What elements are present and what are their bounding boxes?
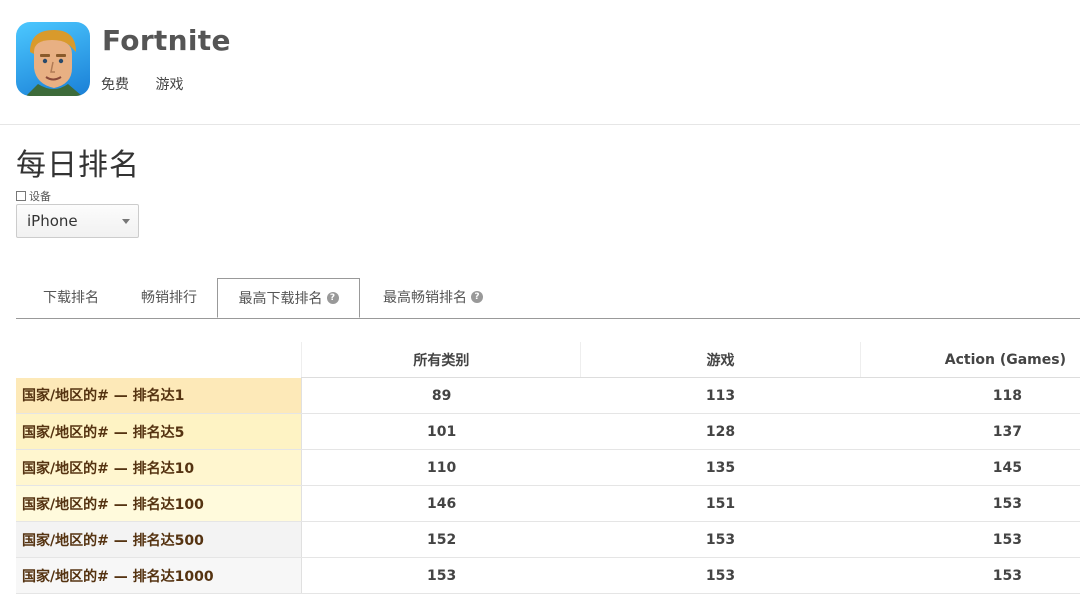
rank-cell: 146 [301,485,581,522]
rank-cell: 128 [580,413,861,450]
row-label: 国家/地区的# — 排名达100 [16,485,303,522]
app-meta: 免费 游戏 [101,74,205,94]
rank-cell: 135 [580,449,861,486]
table-header-blank [16,342,302,378]
table-row: 国家/地区的# — 排名达500 152 153 153 [16,521,1080,558]
row-label: 国家/地区的# — 排名达5 [16,413,303,450]
tab-top-grossing-rank[interactable]: 最高畅销排名? [368,278,498,318]
rank-cell: 110 [301,449,581,486]
table-row: 国家/地区的# — 排名达5 101 128 137 [16,413,1080,450]
device-label: 设备 [16,188,51,204]
tab-label: 最高下载排名 [238,291,323,307]
rank-cell: 153 [860,557,1080,594]
table-row: 国家/地区的# — 排名达100 146 151 153 [16,485,1080,522]
tab-label: 下载排名 [43,290,99,306]
app-title: Fortnite [102,24,231,57]
table-header-row: 所有类别 游戏 Action (Games) [16,342,1080,378]
device-select[interactable]: iPhone [16,204,139,238]
tab-download-rank[interactable]: 下载排名 [26,278,116,318]
rank-cell: 153 [301,557,581,594]
column-header-all-categories: 所有类别 [301,342,581,378]
rank-cell: 137 [860,413,1080,450]
rank-table: 所有类别 游戏 Action (Games) 国家/地区的# — 排名达1 89 1… [16,342,1080,594]
table-row: 国家/地区的# — 排名达10 110 135 145 [16,449,1080,486]
rank-tabs: 下载排名 畅销排行 最高下载排名? 最高畅销排名? [16,278,1080,319]
tab-label: 畅销排行 [141,290,197,306]
row-label: 国家/地区的# — 排名达1000 [16,557,303,594]
app-header: Fortnite 免费 游戏 [0,0,1080,125]
rank-cell: 153 [580,521,861,558]
chevron-down-icon [122,219,130,224]
device-label-text: 设备 [29,190,51,203]
rank-cell: 101 [301,413,581,450]
rank-cell: 153 [580,557,861,594]
row-label: 国家/地区的# — 排名达1 [16,377,303,414]
device-select-value: iPhone [27,212,78,230]
rank-cell: 118 [860,377,1080,414]
tab-label: 最高畅销排名 [383,290,467,306]
price-label: 免费 [101,77,129,93]
column-header-games: 游戏 [580,342,861,378]
category-label[interactable]: 游戏 [155,77,183,93]
fortnite-app-icon [16,22,90,96]
tab-grossing-rank[interactable]: 畅销排行 [124,278,214,318]
help-icon[interactable]: ? [326,292,339,304]
table-row: 国家/地区的# — 排名达1000 153 153 153 [16,557,1080,594]
rank-cell: 89 [301,377,581,414]
column-header-action-games: Action (Games) [859,342,1080,378]
table-row: 国家/地区的# — 排名达1 89 113 118 [16,377,1080,414]
section-title: 每日排名 [16,148,140,183]
rank-cell: 153 [860,485,1080,522]
rank-cell: 152 [301,521,581,558]
tab-top-download-rank[interactable]: 最高下载排名? [217,278,360,318]
rank-cell: 151 [580,485,861,522]
row-label: 国家/地区的# — 排名达500 [16,521,303,558]
rank-cell: 153 [860,521,1080,558]
row-label: 国家/地区的# — 排名达10 [16,449,303,486]
rank-cell: 113 [580,377,861,414]
help-icon[interactable]: ? [471,291,483,303]
device-icon [16,191,26,201]
rank-cell: 145 [860,449,1080,486]
